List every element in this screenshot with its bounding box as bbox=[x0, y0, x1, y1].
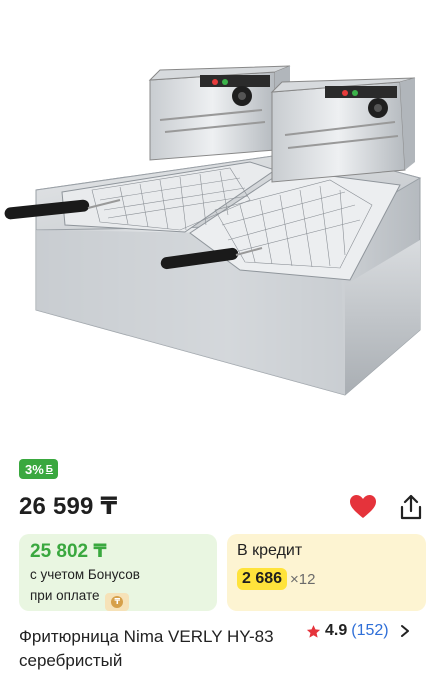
share-button[interactable] bbox=[397, 493, 425, 521]
rating-value: 4.9 bbox=[325, 622, 348, 639]
bonus-line-2-wrap: при оплате ₸ bbox=[30, 585, 206, 611]
product-image[interactable] bbox=[0, 0, 445, 450]
price-row: 26 599 ₸ bbox=[19, 490, 427, 524]
favorite-button[interactable] bbox=[349, 494, 377, 520]
chevron-right-icon bbox=[400, 625, 409, 637]
share-icon bbox=[400, 494, 422, 520]
star-icon bbox=[306, 624, 321, 638]
credit-amount: 2 686 bbox=[237, 568, 288, 590]
bonus-price: 25 802 ₸ bbox=[30, 541, 107, 562]
product-title: Фритюрница Nima VERLY HY-83 серебристый bbox=[19, 627, 274, 670]
bonus-price-card[interactable]: 25 802 ₸ с учетом Бонусов при оплате ₸ bbox=[19, 534, 217, 611]
bonus-mark: Б bbox=[45, 463, 53, 475]
bonus-line-2: при оплате bbox=[30, 588, 100, 603]
bonus-percent-badge: 3% Б bbox=[19, 459, 58, 479]
credit-row: 2 686 ×12 bbox=[237, 568, 416, 590]
fryer-illustration bbox=[4, 65, 422, 396]
review-count[interactable]: (152) bbox=[351, 622, 388, 640]
heart-icon bbox=[350, 495, 376, 518]
coin-icon: ₸ bbox=[105, 592, 130, 611]
credit-title: В кредит bbox=[237, 542, 303, 559]
credit-months: ×12 bbox=[290, 570, 316, 588]
rating-link[interactable]: 4.9 (152) bbox=[306, 622, 411, 640]
bonus-percent-text: 3% bbox=[25, 461, 44, 477]
bonus-line-1: с учетом Бонусов bbox=[30, 567, 140, 582]
credit-card[interactable]: В кредит 2 686 ×12 bbox=[227, 534, 426, 611]
